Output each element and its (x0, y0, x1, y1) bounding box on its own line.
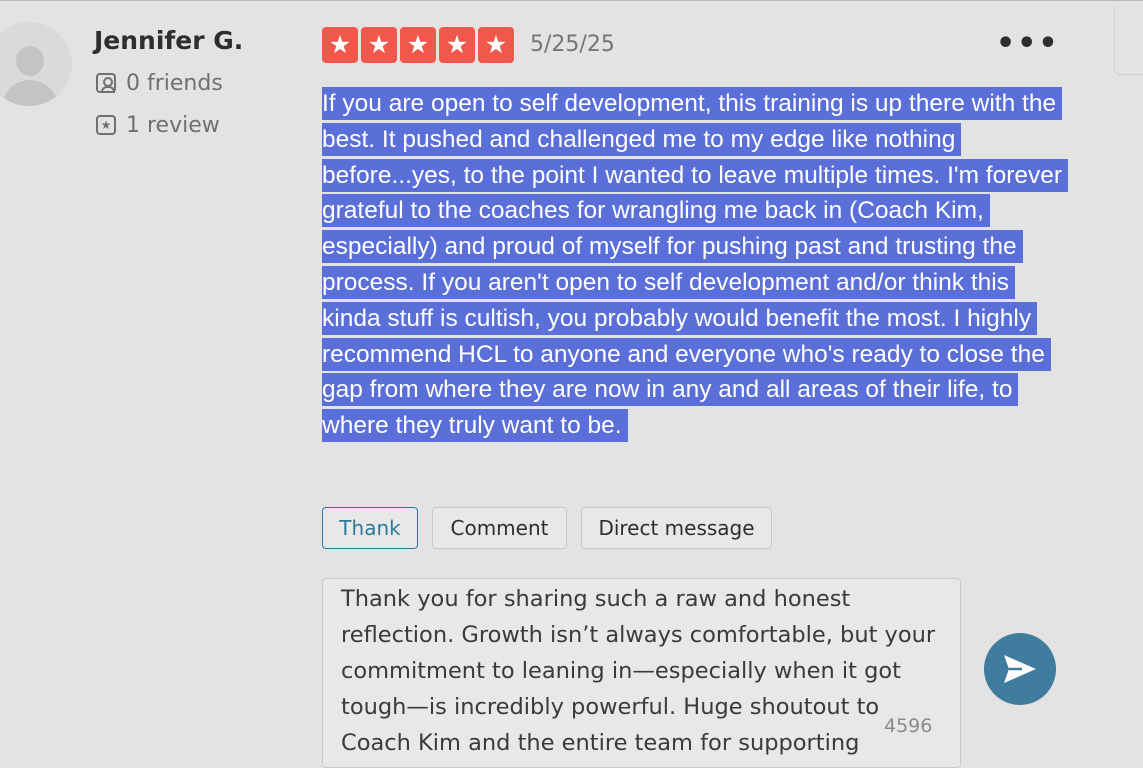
send-button[interactable] (984, 633, 1056, 705)
avatar-body-shape (2, 80, 58, 106)
thank-button[interactable]: Thank (322, 507, 418, 549)
comment-button[interactable]: Comment (432, 507, 567, 549)
reviews-label: 1 review (126, 112, 220, 138)
adjacent-panel-edge (1114, 6, 1143, 75)
star-rating: ★ ★ ★ ★ ★ (322, 27, 514, 63)
reply-textarea[interactable]: Thank you for sharing such a raw and hon… (322, 578, 961, 768)
review-star-icon: ★ (96, 115, 116, 135)
star-icon: ★ (439, 27, 475, 63)
top-divider (0, 0, 1143, 1)
friends-icon (96, 73, 116, 93)
user-name[interactable]: Jennifer G. (94, 26, 243, 55)
star-icon: ★ (400, 27, 436, 63)
more-options-icon[interactable]: ••• (996, 26, 1060, 61)
star-icon: ★ (361, 27, 397, 63)
review-body: If you are open to self development, thi… (322, 86, 1069, 444)
reviews-count: ★ 1 review (96, 111, 220, 139)
direct-message-button[interactable]: Direct message (581, 507, 772, 549)
reply-text: Thank you for sharing such a raw and hon… (341, 586, 936, 756)
friends-count: 0 friends (96, 69, 223, 97)
avatar-head-shape (16, 46, 44, 76)
review-text-selected: If you are open to self development, thi… (322, 87, 1069, 443)
friends-label: 0 friends (126, 70, 223, 96)
star-icon: ★ (478, 27, 514, 63)
send-icon (1004, 655, 1036, 683)
review-date: 5/25/25 (530, 32, 615, 57)
star-icon: ★ (322, 27, 358, 63)
character-count: 4596 (884, 715, 933, 737)
avatar[interactable] (0, 22, 72, 106)
